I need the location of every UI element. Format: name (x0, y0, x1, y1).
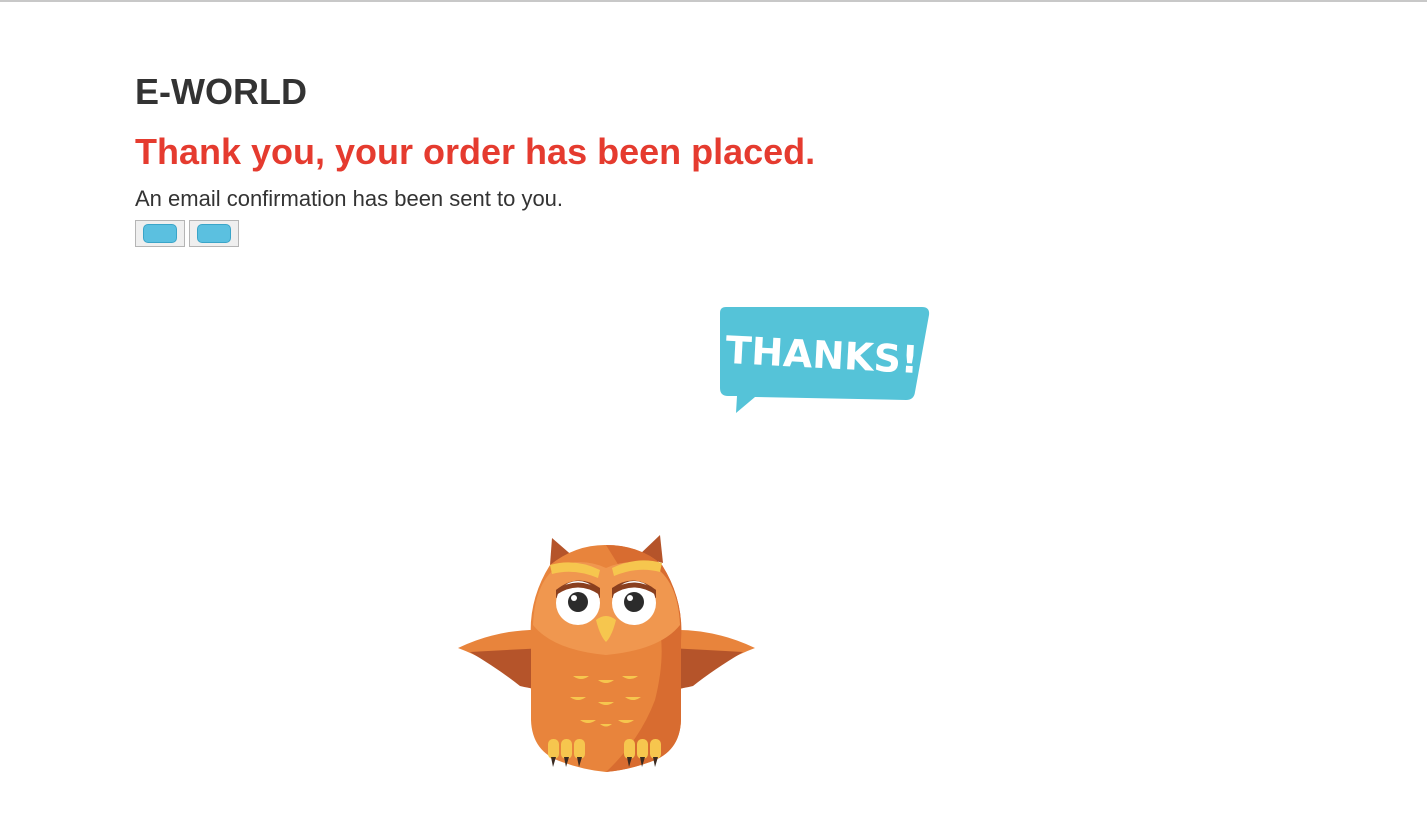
button-row (135, 220, 815, 247)
confirmation-headline: Thank you, your order has been placed. (135, 131, 816, 172)
bubble-text: THANKS! (724, 328, 919, 382)
top-border (0, 0, 1427, 2)
unlabeled-button-1[interactable] (135, 220, 185, 247)
button-pill-graphic (197, 224, 231, 243)
speech-bubble: THANKS! (720, 307, 930, 413)
brand-title: E-WORLD (135, 71, 307, 112)
owl-icon (458, 535, 755, 772)
order-confirmation: E-WORLD Thank you, your order has been p… (135, 70, 815, 247)
button-pill-graphic (143, 224, 177, 243)
email-confirmation-text: An email confirmation has been sent to y… (135, 186, 564, 211)
unlabeled-button-2[interactable] (189, 220, 239, 247)
